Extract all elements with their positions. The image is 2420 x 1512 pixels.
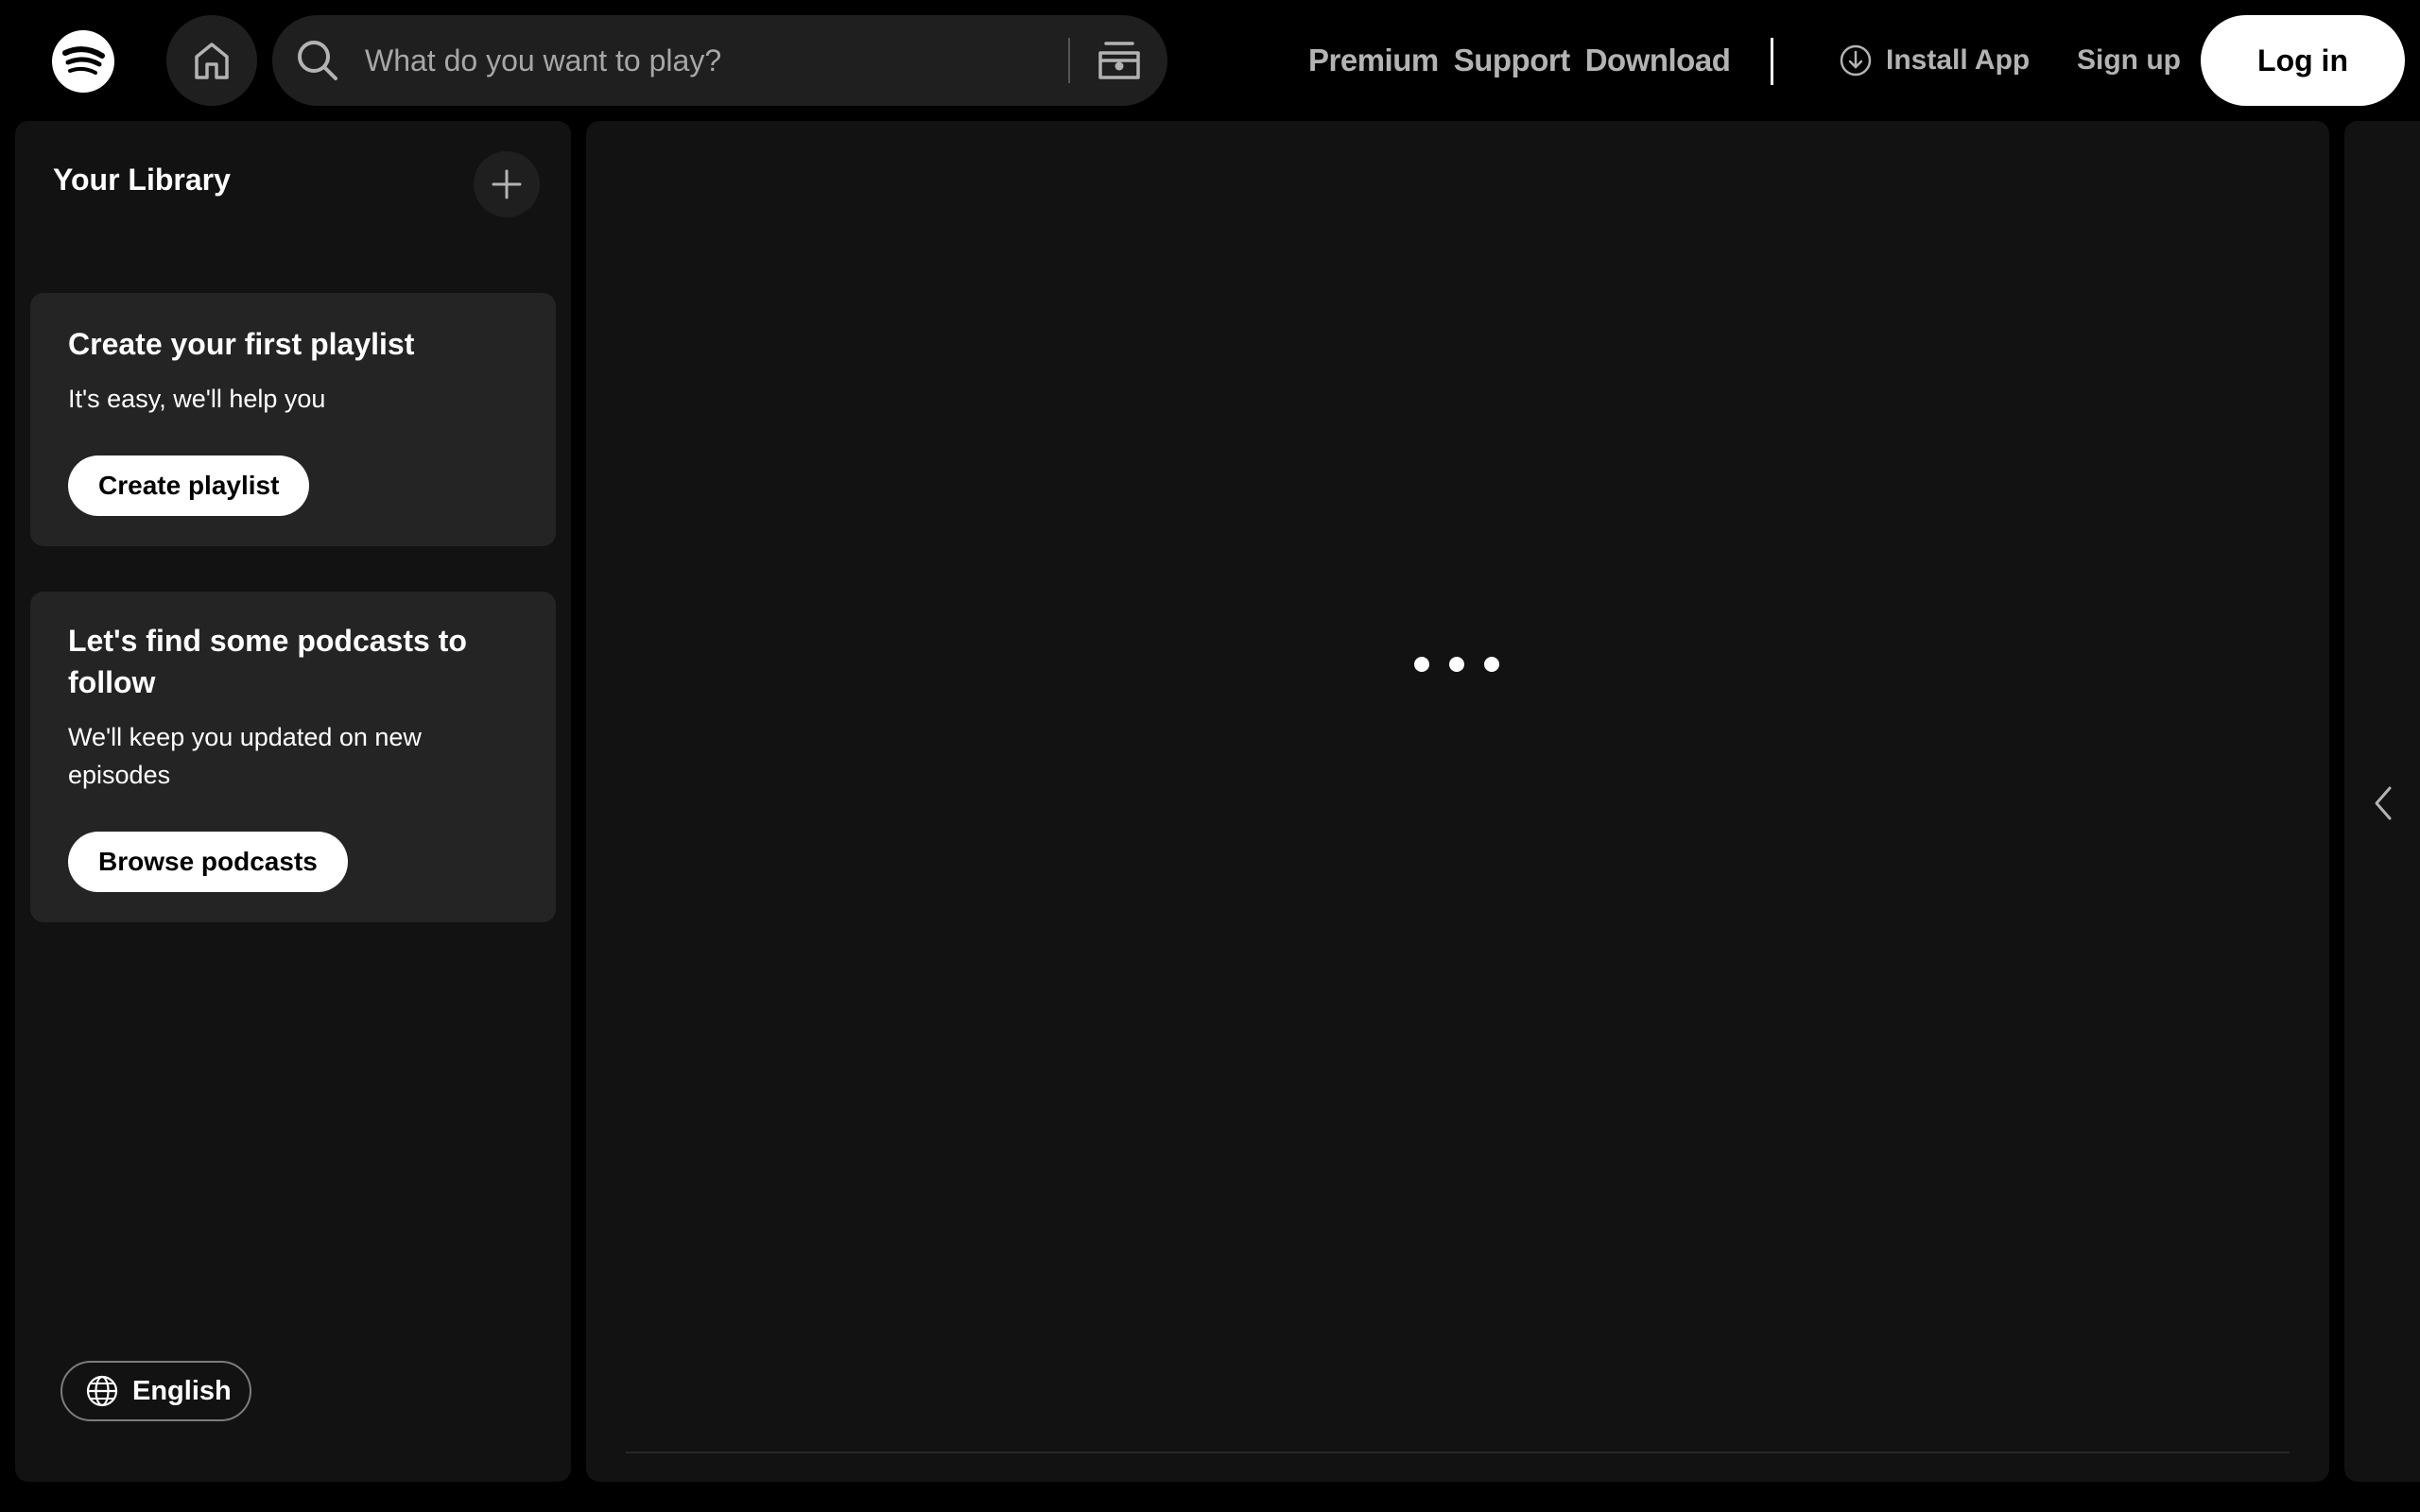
browse-podcasts-card: Let's find some podcasts to follow We'll… [30, 592, 556, 922]
language-button[interactable]: English [60, 1361, 251, 1421]
loading-dots-icon [1414, 656, 1499, 673]
card-title: Create your first playlist [68, 327, 415, 361]
create-button[interactable] [474, 151, 540, 217]
sign-up-button[interactable]: Sign up [2077, 38, 2181, 83]
search-icon[interactable] [293, 36, 342, 85]
log-in-button[interactable]: Log in [2201, 15, 2405, 106]
loading-dot [1414, 657, 1429, 672]
browse-podcasts-button[interactable]: Browse podcasts [68, 832, 348, 892]
right-panel [2344, 121, 2420, 1482]
library-sidebar: Your Library Create your first playlist … [15, 121, 571, 1482]
create-playlist-card: Create your first playlist It's easy, we… [30, 293, 556, 546]
main-content [586, 121, 2329, 1482]
create-playlist-button[interactable]: Create playlist [68, 455, 310, 516]
card-text: It's easy, we'll help you [68, 385, 326, 413]
premium-link[interactable]: Premium [1308, 43, 1439, 78]
search-divider [1068, 38, 1070, 83]
language-label: English [132, 1375, 232, 1406]
globe-icon [86, 1375, 118, 1407]
home-button[interactable] [166, 15, 257, 106]
support-link[interactable]: Support [1454, 43, 1570, 78]
content-divider [626, 1452, 2290, 1453]
search-bar[interactable] [272, 15, 1167, 106]
install-app-button[interactable]: Install App [1839, 38, 2030, 83]
loading-dot [1484, 657, 1499, 672]
top-nav: Premium Support Download [1308, 34, 1745, 87]
library-title[interactable]: Your Library [53, 163, 231, 198]
chevron-left-icon[interactable] [2367, 782, 2399, 824]
top-bar: Premium Support Download Install App Sig… [0, 0, 2420, 121]
card-text: We'll keep you updated on new episodes [68, 723, 422, 789]
home-icon [195, 43, 229, 79]
install-app-label: Install App [1886, 44, 2031, 76]
download-link[interactable]: Download [1585, 43, 1731, 78]
download-circle-icon [1840, 44, 1872, 77]
nav-divider [1771, 38, 1773, 85]
browse-icon[interactable] [1093, 34, 1146, 87]
plus-icon [492, 169, 522, 199]
search-input[interactable] [363, 32, 1025, 89]
card-title: Let's find some podcasts to follow [68, 624, 467, 699]
spotify-logo-icon[interactable] [52, 30, 114, 93]
loading-dot [1449, 657, 1464, 672]
